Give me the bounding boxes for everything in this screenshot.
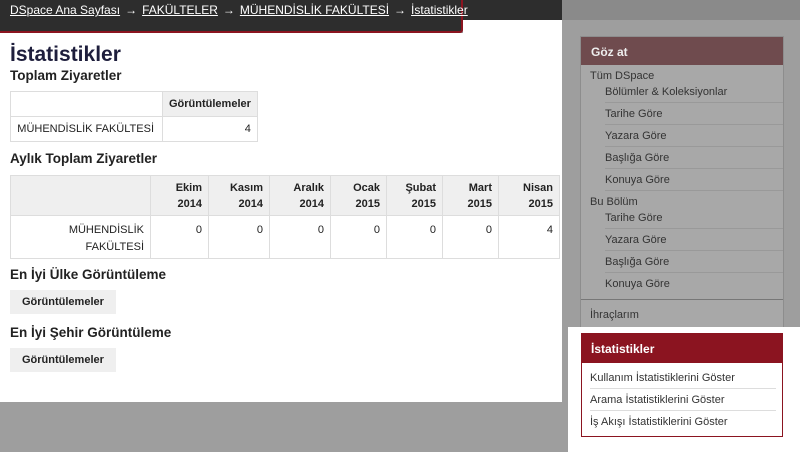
statistics-list: Kullanım İstatistiklerini Göster Arama İ… bbox=[581, 363, 783, 437]
month-value: 0 bbox=[150, 215, 209, 259]
table-row: MÜHENDİSLİK FAKÜLTESİ 0 0 0 0 0 0 4 bbox=[10, 215, 560, 259]
overlay-dim bbox=[0, 402, 568, 452]
month-value: 0 bbox=[208, 215, 270, 259]
table-empty-cell bbox=[10, 91, 163, 117]
breadcrumb-separator: → bbox=[222, 3, 235, 17]
table-header-row: Ekim 2014 Kasım 2014 Aralık 2014 Ocak 2015 Ş… bbox=[10, 175, 560, 216]
top-city-heading: En İyi Şehir Görüntüleme bbox=[10, 325, 172, 340]
column-header-views: Görüntülemeler bbox=[162, 91, 258, 117]
table-empty-cell bbox=[10, 175, 151, 216]
top-city-views-header: Görüntülemeler bbox=[10, 348, 116, 372]
month-header: Aralık 2014 bbox=[269, 175, 331, 216]
month-header: Şubat 2015 bbox=[386, 175, 443, 216]
breadcrumb-separator: → bbox=[125, 3, 138, 17]
month-header: Ekim 2014 bbox=[150, 175, 209, 216]
search-statistics-link[interactable]: Arama İstatistiklerini Göster bbox=[590, 389, 776, 411]
usage-statistics-link[interactable]: Kullanım İstatistiklerini Göster bbox=[590, 367, 776, 389]
browse-group-this-section: Bu Bölüm bbox=[590, 196, 638, 208]
breadcrumb-faculties-link[interactable]: FAKÜLTELER bbox=[142, 3, 218, 17]
exports-link[interactable]: İhraçlarım bbox=[590, 309, 639, 321]
browse-list: Tüm DSpace Bölümler & Koleksiyonlar Tari… bbox=[581, 65, 783, 295]
breadcrumb: DSpace Ana Sayfası → FAKÜLTELER → MÜHENDİSLİ… bbox=[0, 0, 468, 33]
top-country-views-header: Görüntülemeler bbox=[10, 290, 116, 314]
month-value: 0 bbox=[386, 215, 443, 259]
section-link-by-date[interactable]: Tarihe Göre bbox=[605, 207, 783, 229]
page-title: İstatistikler bbox=[10, 43, 121, 66]
browse-link-by-subject[interactable]: Konuya Göre bbox=[605, 169, 783, 191]
month-value: 0 bbox=[442, 215, 499, 259]
total-visits-heading: Toplam Ziyaretler bbox=[10, 68, 122, 83]
workflow-statistics-link[interactable]: İş Akışı İstatistiklerini Göster bbox=[590, 411, 776, 433]
month-header: Nisan 2015 bbox=[498, 175, 560, 216]
month-value: 0 bbox=[330, 215, 387, 259]
total-visits-table: Görüntülemeler MÜHENDİSLİK FAKÜLTESİ 4 bbox=[10, 91, 258, 142]
browse-group-all-dspace: Tüm DSpace bbox=[590, 70, 655, 82]
row-label: MÜHENDİSLİK FAKÜLTESİ bbox=[10, 116, 163, 142]
browse-link-communities[interactable]: Bölümler & Koleksiyonlar bbox=[605, 81, 783, 103]
browse-link-by-date[interactable]: Tarihe Göre bbox=[605, 103, 783, 125]
row-label: MÜHENDİSLİK FAKÜLTESİ bbox=[10, 215, 151, 259]
month-header: Mart 2015 bbox=[442, 175, 499, 216]
monthly-visits-heading: Aylık Toplam Ziyaretler bbox=[10, 151, 158, 166]
statistics-header: İstatistikler bbox=[581, 333, 783, 363]
breadcrumb-statistics-link[interactable]: İstatistikler bbox=[411, 3, 468, 17]
table-row: MÜHENDİSLİK FAKÜLTESİ 4 bbox=[10, 116, 258, 142]
breadcrumb-home-link[interactable]: DSpace Ana Sayfası bbox=[10, 3, 120, 17]
main-content-top-strip bbox=[0, 33, 465, 35]
month-value: 4 bbox=[498, 215, 560, 259]
top-country-heading: En İyi Ülke Görüntüleme bbox=[10, 267, 167, 282]
breadcrumb-separator: → bbox=[394, 3, 407, 17]
section-link-by-title[interactable]: Başlığa Göre bbox=[605, 251, 783, 273]
monthly-visits-table: Ekim 2014 Kasım 2014 Aralık 2014 Ocak 2015 Ş… bbox=[10, 175, 560, 259]
sidebar-divider bbox=[581, 299, 783, 300]
month-header: Kasım 2014 bbox=[208, 175, 270, 216]
section-link-by-author[interactable]: Yazara Göre bbox=[605, 229, 783, 251]
row-value: 4 bbox=[162, 116, 258, 142]
browse-header: Göz at bbox=[581, 37, 783, 65]
table-header-row: Görüntülemeler bbox=[10, 91, 258, 117]
top-bar-right bbox=[562, 0, 800, 20]
month-value: 0 bbox=[269, 215, 331, 259]
section-link-by-subject[interactable]: Konuya Göre bbox=[605, 273, 783, 295]
browse-link-by-author[interactable]: Yazara Göre bbox=[605, 125, 783, 147]
main-content-top bbox=[463, 20, 562, 35]
browse-link-by-title[interactable]: Başlığa Göre bbox=[605, 147, 783, 169]
breadcrumb-engineering-link[interactable]: MÜHENDİSLİK FAKÜLTESİ bbox=[240, 3, 389, 17]
month-header: Ocak 2015 bbox=[330, 175, 387, 216]
